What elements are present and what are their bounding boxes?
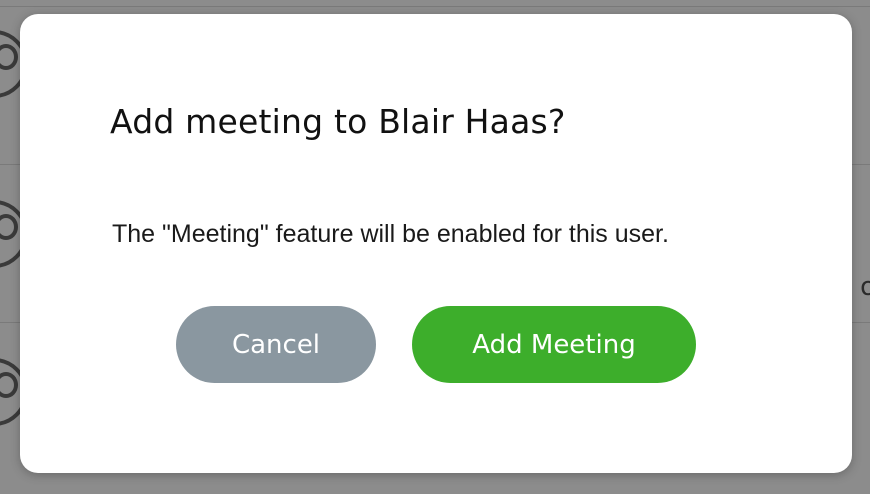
confirm-dialog: Add meeting to Blair Haas? The "Meeting"… [20, 14, 852, 473]
background-text-fragment: o [860, 272, 870, 302]
add-meeting-button[interactable]: Add Meeting [412, 306, 696, 383]
dialog-message: The "Meeting" feature will be enabled fo… [112, 220, 669, 248]
dialog-title: Add meeting to Blair Haas? [110, 102, 566, 141]
cancel-button[interactable]: Cancel [176, 306, 376, 383]
